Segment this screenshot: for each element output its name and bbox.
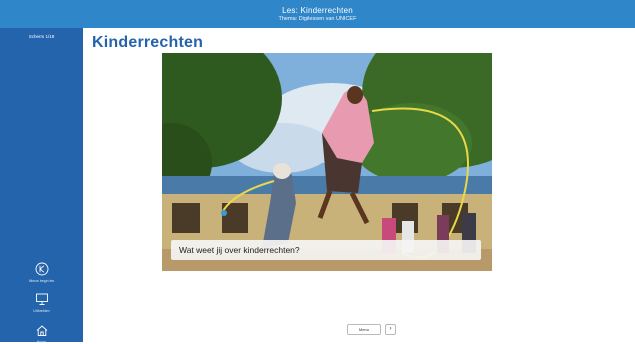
sidebar: Scherm 1/18 Nieuw begin les Uitbreiden H…: [0, 28, 83, 344]
menu-button[interactable]: Menu: [347, 324, 381, 335]
sidebar-item-label: Nieuw begin les: [28, 279, 55, 283]
jump-rope-photo: [162, 53, 492, 271]
main-content: Kinderrechten Wat weet jij over kinderre…: [83, 28, 635, 342]
image-caption: Wat weet jij over kinderrechten?: [171, 240, 481, 260]
sidebar-item-home[interactable]: Home: [0, 324, 83, 344]
chevron-right-icon: ›: [389, 326, 392, 332]
sidebar-item-restart[interactable]: Nieuw begin les: [0, 262, 83, 283]
lesson-subtitle: Thema: Digilessen van UNICEF: [278, 16, 357, 22]
lesson-title: Les: Kinderrechten: [282, 6, 353, 15]
sidebar-item-expand[interactable]: Uitbreiden: [0, 293, 83, 313]
monitor-icon: [35, 293, 48, 305]
home-icon: [36, 325, 47, 336]
k-logo-icon: [35, 262, 48, 276]
sidebar-item-label: Uitbreiden: [33, 309, 50, 313]
screen-counter: Scherm 1/18: [28, 34, 55, 39]
app-header: Les: Kinderrechten Thema: Digilessen van…: [0, 0, 635, 28]
next-button[interactable]: ›: [385, 324, 396, 335]
lesson-photo: [162, 53, 492, 271]
page-title: Kinderrechten: [92, 34, 204, 51]
sidebar-item-label: Home: [36, 340, 47, 344]
